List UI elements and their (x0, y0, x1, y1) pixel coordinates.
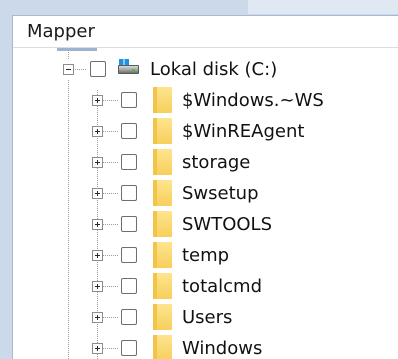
folder-icon (153, 242, 172, 268)
tree-node-label[interactable]: SWTOOLS (182, 214, 272, 236)
folder-icon (153, 149, 172, 175)
tree-connector (75, 69, 87, 70)
tree-connector (103, 255, 118, 256)
tree-line (68, 80, 69, 359)
drive-icon (117, 59, 141, 75)
tree-connector (103, 131, 118, 132)
folder-tree[interactable]: Lokal disk (C:) $Windows.~WS $WinREAgent… (13, 50, 398, 359)
folder-icon (153, 180, 172, 206)
tree-node-label[interactable]: Windows (182, 338, 262, 359)
tree-checkbox[interactable] (121, 216, 137, 232)
tree-connector (103, 317, 118, 318)
tree-checkbox[interactable] (121, 309, 137, 325)
pane-header: Mapper (13, 16, 398, 48)
folder-icon (153, 211, 172, 237)
window-frame-highlight (248, 0, 398, 14)
tree-checkbox[interactable] (121, 123, 137, 139)
tree-node-label[interactable]: Swsetup (182, 183, 259, 205)
collapse-icon[interactable] (63, 64, 74, 75)
pane-title: Mapper (27, 21, 95, 42)
folder-icon (153, 304, 172, 330)
expand-icon[interactable] (92, 343, 103, 354)
tree-node-label[interactable]: $Windows.~WS (182, 90, 324, 112)
expand-icon[interactable] (92, 312, 103, 323)
tree-connector (103, 100, 118, 101)
tree-checkbox[interactable] (121, 185, 137, 201)
tree-checkbox[interactable] (121, 247, 137, 263)
tree-node-label[interactable]: Lokal disk (C:) (150, 59, 277, 81)
tree-checkbox[interactable] (121, 154, 137, 170)
tree-node-label[interactable]: storage (182, 152, 250, 174)
tree-connector (103, 286, 118, 287)
expand-icon[interactable] (92, 95, 103, 106)
tree-node-label[interactable]: $WinREAgent (182, 121, 304, 143)
tree-connector (103, 162, 118, 163)
folder-icon (153, 335, 172, 359)
tree-node-label[interactable]: Users (182, 307, 232, 329)
expand-icon[interactable] (92, 188, 103, 199)
tree-node-label[interactable]: totalcmd (182, 276, 262, 298)
tree-connector (103, 193, 118, 194)
folders-pane: Mapper Lokal disk (C:) $Windows.~WS $Win… (12, 15, 398, 359)
tree-connector (103, 348, 118, 349)
expand-icon[interactable] (92, 157, 103, 168)
folder-icon (153, 118, 172, 144)
expand-icon[interactable] (92, 126, 103, 137)
expand-icon[interactable] (92, 250, 103, 261)
tree-line (68, 50, 69, 59)
folder-icon (153, 87, 172, 113)
tree-checkbox[interactable] (121, 92, 137, 108)
expand-icon[interactable] (92, 219, 103, 230)
expand-icon[interactable] (92, 281, 103, 292)
tree-checkbox[interactable] (90, 61, 106, 77)
window-frame-left (0, 0, 12, 358)
tree-checkbox[interactable] (121, 278, 137, 294)
tree-checkbox[interactable] (121, 340, 137, 356)
tree-node-label[interactable]: temp (182, 245, 229, 267)
tree-connector (103, 224, 118, 225)
folder-icon (153, 273, 172, 299)
